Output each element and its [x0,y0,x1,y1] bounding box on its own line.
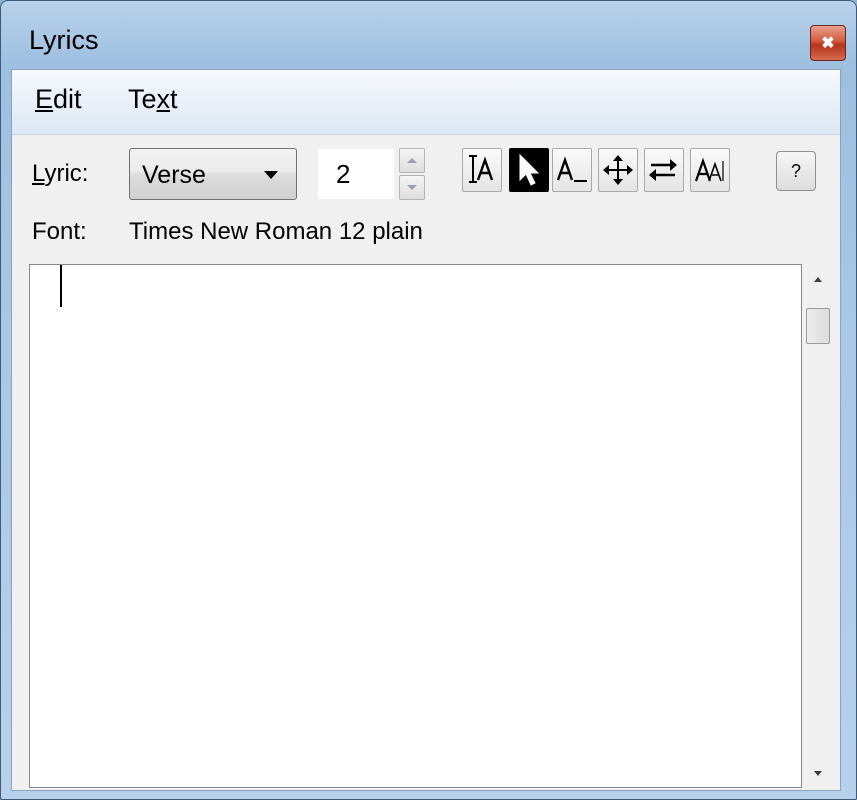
scroll-down-button[interactable] [802,758,834,788]
scroll-up-button[interactable] [802,264,834,294]
text-insert-icon [469,155,494,183]
spin-up-button[interactable] [399,148,425,173]
pointer-tool[interactable] [509,148,549,192]
arrow-down-icon [407,185,417,190]
menu-edit[interactable]: Edit [35,84,82,115]
underscore-text-icon [556,156,587,182]
lyric-type-dropdown[interactable]: Verse [129,148,297,200]
scroll-down-icon [814,770,822,776]
move-tool[interactable] [598,148,638,192]
title-bar[interactable]: Lyrics ✖ [1,1,856,69]
menu-text-label-pre: Te [128,84,157,114]
close-button[interactable]: ✖ [810,25,846,61]
lyric-type-value: Verse [142,161,206,189]
scroll-up-icon [814,276,822,282]
text-caret [60,265,62,307]
font-size-icon [694,157,724,182]
text-insert-tool[interactable] [462,148,502,192]
verse-number-input[interactable]: 2 [317,148,395,200]
vertical-scrollbar[interactable] [802,264,834,788]
close-icon: ✖ [821,35,835,52]
help-icon: ? [790,160,801,181]
font-value: Times New Roman 12 plain [129,218,423,245]
menu-bar: Edit Text [12,70,840,135]
verse-number-spinner [399,148,425,200]
arrow-up-icon [407,158,417,163]
window-title: Lyrics [29,25,99,55]
verse-number-value: 2 [336,159,351,189]
move-icon [603,155,633,185]
lyric-label: Lyric: [32,160,88,188]
client-area: Edit Text Lyric: Verse 2 ? Font: Times N… [11,69,841,791]
font-label: Font: [32,218,87,245]
menu-text-label-post: t [170,84,178,114]
pointer-icon [519,153,540,186]
menu-edit-label: dit [53,84,82,114]
menu-text-mnemonic: x [156,84,171,114]
menu-text[interactable]: Text [128,84,178,115]
underscore-text-tool[interactable] [552,148,592,192]
help-button[interactable]: ? [776,151,816,191]
lyric-label-text: yric: [44,160,89,187]
menu-edit-mnemonic: E [35,84,54,114]
lyrics-text-area[interactable] [29,264,802,788]
chevron-down-icon [264,171,278,179]
font-size-tool[interactable] [690,148,730,192]
lyrics-window: Lyrics ✖ Edit Text Lyric: Verse 2 ? Font… [0,0,857,800]
spin-down-button[interactable] [399,175,425,200]
swap-arrows-icon [649,159,677,181]
scroll-thumb[interactable] [806,308,830,344]
swap-tool[interactable] [644,148,684,192]
lyric-label-mnemonic: L [32,160,45,187]
